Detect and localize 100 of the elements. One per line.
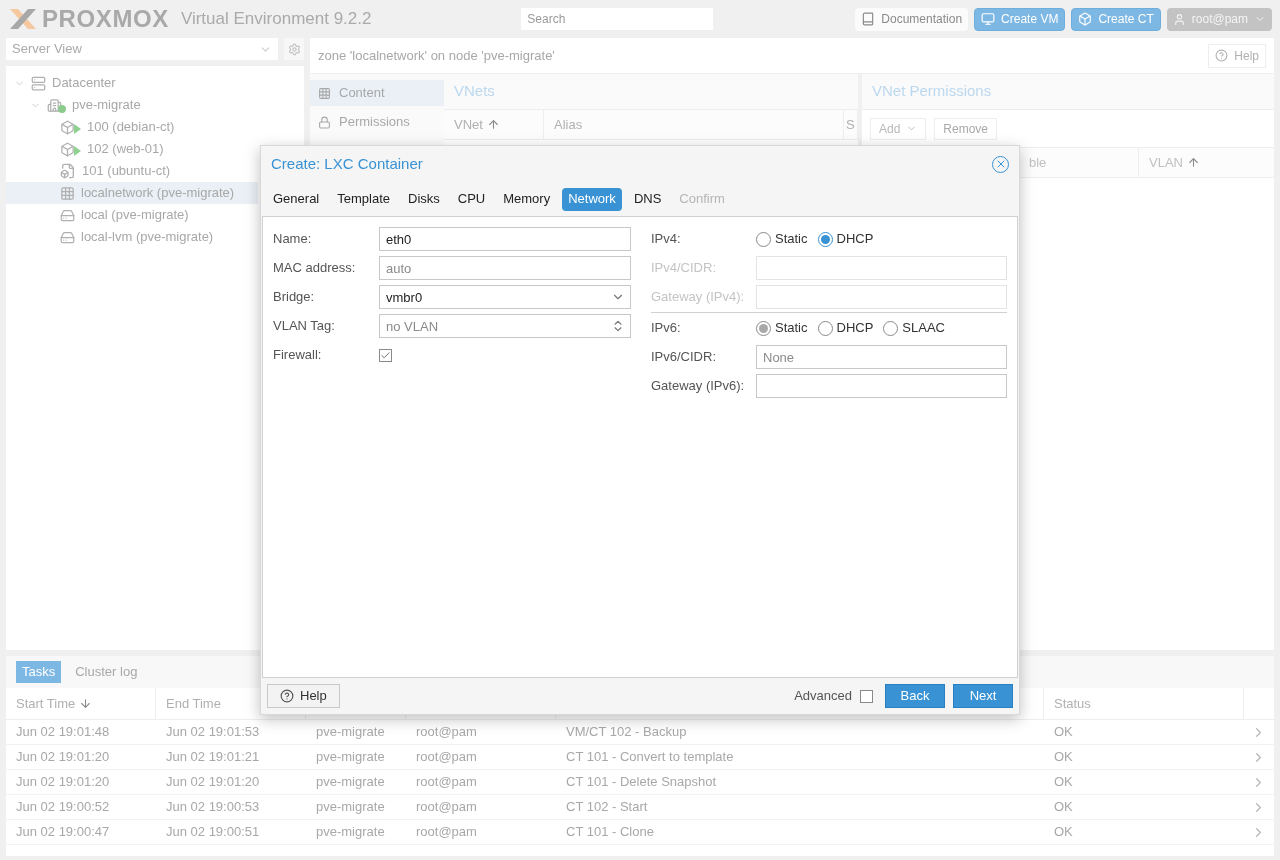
radio-option[interactable]: SLAAC — [883, 318, 945, 338]
table-cell-text: root@pam — [415, 723, 478, 742]
next-button[interactable]: Next — [953, 684, 1013, 708]
checkbox[interactable] — [379, 348, 392, 362]
table-cell-text: Jun 02 19:01:21 — [165, 748, 261, 767]
column-header[interactable]: Status — [1044, 688, 1244, 719]
tree-item[interactable]: pve-migrate — [6, 94, 258, 116]
tree-label: Datacenter — [52, 74, 116, 93]
column-header[interactable]: VLAN — [1138, 148, 1274, 177]
table-cell-text: root@pam — [415, 798, 478, 817]
radio-option[interactable]: DHCP — [817, 229, 874, 249]
table-cell-text: pve-migrate — [315, 773, 386, 792]
column-header[interactable]: Start Time — [6, 688, 156, 719]
settings-button[interactable] — [284, 38, 304, 60]
tree-item[interactable]: 101 (ubuntu-ct) — [6, 160, 258, 182]
grid-icon — [60, 185, 75, 201]
field-label: IPv4/CIDR: — [651, 259, 717, 278]
table-cell-text: OK — [1053, 823, 1074, 842]
field-label: Gateway (IPv4): — [651, 288, 746, 307]
server-ok-icon — [47, 97, 66, 113]
advanced-checkbox[interactable] — [860, 689, 873, 703]
field-label: IPv4: — [651, 230, 682, 249]
field-label: Bridge: — [273, 288, 316, 307]
tree-item[interactable]: 102 (web-01) — [6, 138, 258, 160]
container-running-icon — [60, 141, 81, 157]
view-dropdown[interactable]: Server View — [6, 38, 278, 60]
table-cell-text: pve-migrate — [315, 723, 386, 742]
sort-ascending-icon — [486, 118, 500, 131]
help-button[interactable]: Help — [1208, 43, 1266, 68]
user-icon — [1172, 12, 1186, 26]
help-button[interactable]: Help — [267, 684, 340, 708]
book-icon — [861, 12, 876, 26]
lock-icon — [318, 115, 331, 129]
wizard-tab[interactable]: CPU — [451, 187, 492, 211]
field-label: MAC address: — [273, 259, 357, 278]
table-cell-text: Jun 02 19:01:20 — [15, 773, 111, 792]
tree-item[interactable]: local (pve-migrate) — [6, 204, 258, 226]
product-title: Virtual Environment 9.2.2 — [180, 8, 372, 31]
radio-option[interactable]: Static — [756, 318, 808, 338]
table-cell-text: OK — [1053, 798, 1074, 817]
radio-option[interactable]: Static — [756, 229, 808, 249]
tree-label: 102 (web-01) — [87, 140, 164, 159]
side-tab[interactable]: Permissions — [310, 109, 444, 135]
add-button[interactable]: Add — [870, 117, 927, 140]
radio-option[interactable]: DHCP — [817, 318, 874, 338]
tree-label: pve-migrate — [72, 96, 141, 115]
header-button[interactable]: Create VM — [974, 7, 1066, 31]
side-tab[interactable]: Content — [310, 80, 444, 106]
logo-text: PROXMOX — [42, 4, 169, 34]
advanced-label: Advanced — [794, 687, 852, 706]
table-cell-text: VM/CT 102 - Backup — [565, 723, 688, 742]
header-button[interactable]: Documentation — [855, 7, 969, 31]
grid-icon — [318, 86, 331, 100]
sort-descending-icon — [79, 697, 93, 710]
input-field[interactable]: auto — [379, 256, 631, 280]
logo-icon — [8, 7, 38, 31]
wizard-tab[interactable]: Network — [562, 187, 622, 211]
tree-item[interactable]: 100 (debian-ct) — [6, 116, 258, 138]
dropdown-field[interactable]: vmbr0 — [379, 285, 631, 309]
server-icon — [31, 75, 46, 91]
settings-icon — [287, 42, 301, 56]
section-title: VNet Permissions — [872, 81, 992, 102]
input-field[interactable]: eth0 — [379, 227, 631, 251]
input-field[interactable]: None — [756, 345, 1007, 369]
table-cell-text: Jun 02 19:00:53 — [165, 798, 261, 817]
wizard-tab[interactable]: Template — [331, 187, 396, 211]
tree-item[interactable]: local-lvm (pve-migrate) — [6, 226, 258, 248]
table-cell-text: Jun 02 19:01:48 — [15, 723, 111, 742]
dialog-title: Create: LXC Container — [271, 153, 424, 174]
monitor-icon — [981, 12, 996, 26]
search-field[interactable]: Search — [521, 8, 714, 30]
field-label: Firewall: — [273, 346, 323, 365]
tree-item[interactable]: localnetwork (pve-migrate) — [6, 182, 258, 204]
field-label: IPv6/CIDR: — [651, 348, 717, 367]
wizard-tab[interactable]: DNS — [627, 187, 668, 211]
tree-item[interactable]: Datacenter — [6, 72, 258, 94]
table-cell-text: OK — [1053, 723, 1074, 742]
template-icon — [60, 163, 76, 179]
wizard-tab[interactable]: General — [267, 187, 326, 211]
column-header[interactable]: VNet — [444, 110, 544, 139]
input-field[interactable] — [756, 374, 1007, 398]
wizard-tab[interactable]: Disks — [402, 187, 446, 211]
field-label: Name: — [273, 230, 313, 249]
panel-tab[interactable]: Cluster log — [69, 661, 144, 683]
container-running-icon — [60, 119, 81, 135]
panel-tab[interactable]: Tasks — [16, 661, 62, 683]
sort-ascending-icon — [1186, 156, 1200, 169]
back-button[interactable]: Back — [885, 684, 945, 708]
table-cell-text: CT 101 - Convert to template — [565, 748, 735, 767]
header-button[interactable]: Create CT — [1071, 7, 1161, 31]
remove-button[interactable]: Remove — [934, 117, 998, 140]
wizard-tab[interactable]: Memory — [497, 187, 557, 211]
table-cell-text: pve-migrate — [315, 798, 386, 817]
table-cell-text: root@pam — [415, 823, 478, 842]
table-cell-text: pve-migrate — [315, 748, 386, 767]
section-title: VNets — [454, 81, 495, 102]
table-cell-text: Jun 02 19:01:20 — [165, 773, 261, 792]
spinner-field[interactable]: no VLAN — [379, 314, 631, 338]
table-cell-text: CT 101 - Clone — [565, 823, 655, 842]
column-header[interactable]: Alias — [544, 110, 844, 139]
